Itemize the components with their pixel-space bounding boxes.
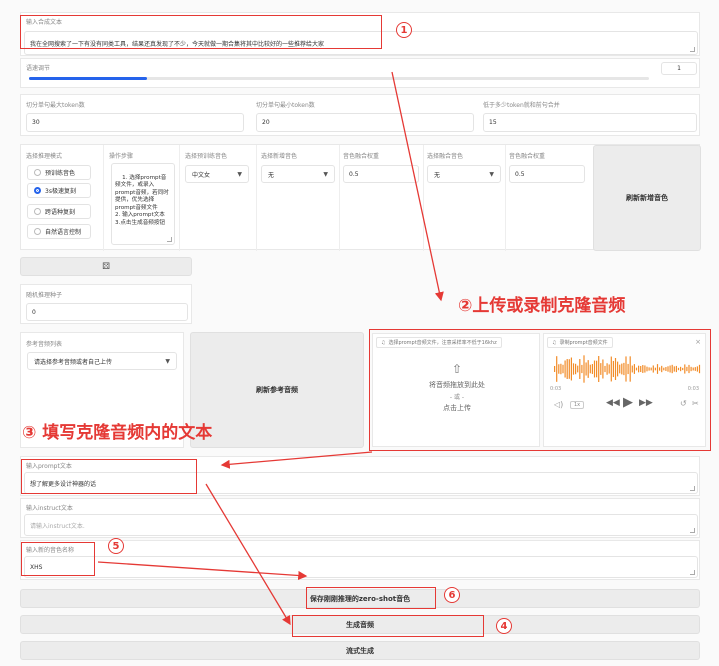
refresh-ref-audio-button[interactable]: 刷新参考音频 bbox=[190, 332, 364, 448]
new-voice-name-input[interactable]: XHS bbox=[24, 556, 698, 578]
col-divider bbox=[423, 145, 424, 251]
annotation-box-save bbox=[306, 587, 436, 609]
mode-option-label: 自然语言控制 bbox=[45, 229, 82, 236]
mode-option-label: 跨语种复刻 bbox=[45, 209, 76, 216]
weight1-input[interactable]: 0.5 bbox=[343, 165, 419, 183]
new-voice-select[interactable]: 无 ▼ bbox=[261, 165, 335, 183]
annotation-box-tts bbox=[20, 15, 382, 49]
random-seed-button[interactable]: ⚄ bbox=[20, 257, 192, 276]
weight2-label: 音色融合权重 bbox=[509, 153, 546, 160]
pretrained-voice-label: 选择预训练音色 bbox=[185, 153, 228, 160]
radio-icon bbox=[34, 228, 41, 235]
annotation-fill-text: ③ 填写克隆音频内的文本 bbox=[22, 423, 213, 443]
weight1-value: 0.5 bbox=[349, 170, 359, 178]
weight2-input[interactable]: 0.5 bbox=[509, 165, 585, 183]
merge-token-value: 15 bbox=[489, 119, 497, 126]
annotation-upload: ②上传或录制克隆音频 bbox=[458, 296, 626, 316]
radio-icon bbox=[34, 169, 41, 176]
seed-block: 随机推理种子 0 bbox=[20, 284, 192, 324]
refresh-new-voice-button[interactable]: 刷新新增音色 bbox=[593, 145, 701, 251]
speed-block: 语速调节 1 bbox=[20, 58, 700, 88]
radio-selected-icon bbox=[34, 187, 41, 194]
seed-value: 0 bbox=[32, 308, 36, 316]
mode-option-pretrained[interactable]: 预训练音色 bbox=[27, 165, 91, 180]
new-voice-label: 选择新增音色 bbox=[261, 153, 298, 160]
mode-label: 选择推理模式 bbox=[26, 153, 63, 160]
annotation-badge-6: 6 bbox=[444, 587, 460, 603]
annotation-box-voice-name bbox=[21, 542, 95, 576]
refresh-ref-audio-label: 刷新参考音频 bbox=[256, 386, 298, 394]
token-settings-block: 切分单句最大token数 30 切分单句最小token数 20 低于多少toke… bbox=[20, 94, 700, 136]
col-divider bbox=[179, 145, 180, 251]
col-divider bbox=[339, 145, 340, 251]
instruct-block: 输入instruct文本 请输入instruct文本. bbox=[20, 498, 700, 538]
chevron-down-icon: ▼ bbox=[165, 357, 170, 365]
mode-option-label: 3s极速复刻 bbox=[45, 188, 76, 195]
steps-textarea[interactable]: 1. 选择prompt音频文件，或录入prompt音频，若同时提供，优先选择pr… bbox=[111, 163, 175, 245]
stream-generate-label: 流式生成 bbox=[346, 646, 374, 655]
mode-option-cross-lingual[interactable]: 跨语种复刻 bbox=[27, 204, 91, 219]
steps-text: 1. 选择prompt音频文件，或录入prompt音频，若同时提供，优先选择pr… bbox=[115, 174, 169, 226]
speed-slider-track[interactable] bbox=[29, 77, 649, 80]
speed-value: 1 bbox=[677, 65, 681, 72]
seed-label: 随机推理种子 bbox=[26, 292, 63, 299]
annotation-badge-4: 4 bbox=[496, 618, 512, 634]
fuse-voice-label: 选择融合音色 bbox=[427, 153, 464, 160]
seed-input[interactable]: 0 bbox=[26, 303, 188, 321]
ref-audio-label: 参考音频列表 bbox=[26, 341, 63, 348]
resize-handle-icon[interactable] bbox=[690, 528, 695, 533]
ref-audio-select[interactable]: 请选择参考音频或者自己上传 ▼ bbox=[27, 352, 177, 370]
annotation-badge-5: 5 bbox=[108, 538, 124, 554]
instruct-placeholder: 请输入instruct文本. bbox=[30, 522, 85, 530]
col-divider bbox=[256, 145, 257, 251]
steps-label: 操作步骤 bbox=[109, 153, 134, 160]
annotation-box-generate bbox=[292, 615, 484, 637]
fuse-voice-value: 无 bbox=[434, 171, 441, 179]
instruct-input[interactable]: 请输入instruct文本. bbox=[24, 514, 698, 536]
mode-option-label: 预训练音色 bbox=[45, 170, 76, 177]
speed-slider-fill bbox=[29, 77, 147, 80]
ref-audio-value: 请选择参考音频或者自己上传 bbox=[34, 358, 113, 366]
mode-option-3s-clone[interactable]: 3s极速复刻 bbox=[27, 183, 91, 198]
pretrained-voice-value: 中文女 bbox=[192, 171, 211, 179]
merge-token-input[interactable]: 15 bbox=[483, 113, 697, 132]
annotation-badge-1: 1 bbox=[396, 22, 412, 38]
min-token-value: 20 bbox=[262, 119, 270, 126]
mode-row-block: 选择推理模式 预训练音色 3s极速复刻 跨语种复刻 自然语言控制 操作步骤 1.… bbox=[20, 144, 701, 251]
radio-icon bbox=[34, 208, 41, 215]
dice-icon: ⚄ bbox=[102, 261, 110, 272]
min-token-label: 切分单句最小token数 bbox=[256, 102, 315, 109]
instruct-label: 输入instruct文本 bbox=[26, 505, 73, 512]
max-token-input[interactable]: 30 bbox=[26, 113, 244, 132]
speed-number-input[interactable]: 1 bbox=[661, 62, 697, 75]
chevron-down-icon: ▼ bbox=[489, 170, 494, 178]
merge-token-label: 低于多少token就和前句合并 bbox=[483, 102, 560, 109]
mode-option-instruct[interactable]: 自然语言控制 bbox=[27, 224, 91, 239]
chevron-down-icon: ▼ bbox=[237, 170, 242, 178]
weight2-value: 0.5 bbox=[515, 170, 525, 178]
refresh-new-voice-label: 刷新新增音色 bbox=[626, 194, 668, 202]
pretrained-voice-select[interactable]: 中文女 ▼ bbox=[185, 165, 249, 183]
new-voice-value: 无 bbox=[268, 171, 275, 179]
steps-divider bbox=[103, 145, 104, 251]
chevron-down-icon: ▼ bbox=[323, 170, 328, 178]
speed-label: 语速调节 bbox=[26, 65, 51, 72]
resize-handle-icon[interactable] bbox=[690, 47, 695, 52]
max-token-value: 30 bbox=[32, 119, 40, 126]
max-token-label: 切分单句最大token数 bbox=[26, 102, 85, 109]
resize-handle-icon[interactable] bbox=[167, 237, 172, 242]
weight1-label: 音色融合权重 bbox=[343, 153, 380, 160]
annotation-box-upload bbox=[369, 329, 711, 451]
resize-handle-icon[interactable] bbox=[690, 486, 695, 491]
annotation-box-prompt bbox=[21, 459, 197, 494]
resize-handle-icon[interactable] bbox=[690, 570, 695, 575]
min-token-input[interactable]: 20 bbox=[256, 113, 474, 132]
col-divider bbox=[505, 145, 506, 251]
stream-generate-button[interactable]: 流式生成 bbox=[20, 641, 700, 660]
fuse-voice-select[interactable]: 无 ▼ bbox=[427, 165, 501, 183]
